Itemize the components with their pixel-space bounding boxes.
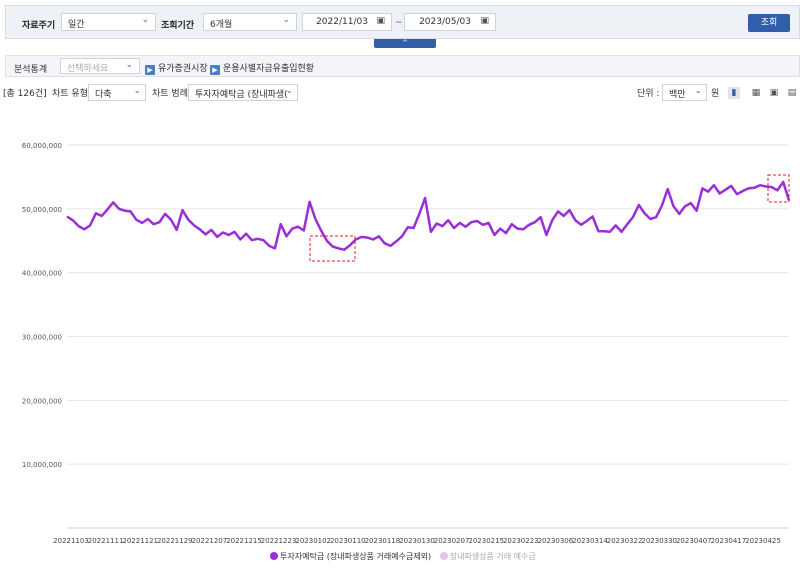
y-tick-label: 20,000,000 (22, 397, 62, 405)
x-tick-label: 20230417 (711, 537, 747, 545)
y-tick-label: 40,000,000 (22, 270, 62, 278)
chart-legend: 투자자예탁금 (장내파생상품 거래예수금제외) 장내파생상품 거래 예수금 (270, 551, 536, 562)
x-tick-label: 20221111 (88, 537, 124, 545)
x-tick-label: 20221223 (261, 537, 297, 545)
x-tick-label: 20221103 (53, 537, 89, 545)
y-tick-label: 30,000,000 (22, 334, 62, 342)
legend-label: 장내파생상품 거래 예수금 (449, 552, 536, 561)
line-chart: 10,000,000 20,000,000 30,000,000 40,000,000… (22, 142, 791, 545)
y-tick-label: 50,000,000 (22, 206, 62, 214)
x-tick-label: 20230110 (330, 537, 366, 545)
series-line-deposits (66, 180, 791, 251)
x-tick-label: 20230207 (434, 537, 470, 545)
legend-dot (270, 552, 278, 560)
x-tick-label: 20230425 (745, 537, 781, 545)
legend-dot (439, 552, 448, 560)
x-tick-label: 20230215 (468, 537, 504, 545)
highlight-box (309, 235, 356, 262)
legend-label: 투자자예탁금 (장내파생상품 거래예수금제외) (280, 552, 432, 561)
x-tick-label: 20230118 (365, 537, 401, 545)
x-tick-label: 20230102 (295, 537, 331, 545)
x-tick-label: 20230223 (503, 537, 539, 545)
x-tick-label: 20230314 (572, 537, 608, 545)
legend-item-derivatives[interactable]: 장내파생상품 거래 예수금 (439, 552, 536, 561)
x-tick-label: 20221207 (192, 537, 228, 545)
x-tick-label: 20230130 (399, 537, 435, 545)
x-tick-label: 20230322 (607, 537, 643, 545)
y-tick-label: 10,000,000 (22, 461, 62, 469)
x-tick-label: 20221121 (122, 537, 158, 545)
x-tick-label: 20230330 (641, 537, 677, 545)
legend-item-deposits[interactable]: 투자자예탁금 (장내파생상품 거래예수금제외) (270, 552, 431, 561)
x-tick-label: 20221129 (157, 537, 193, 545)
x-tick-label: 20230306 (538, 537, 574, 545)
x-tick-label: 20230407 (676, 537, 712, 545)
x-tick-label: 20221215 (226, 537, 262, 545)
y-tick-label: 60,000,000 (22, 142, 62, 150)
